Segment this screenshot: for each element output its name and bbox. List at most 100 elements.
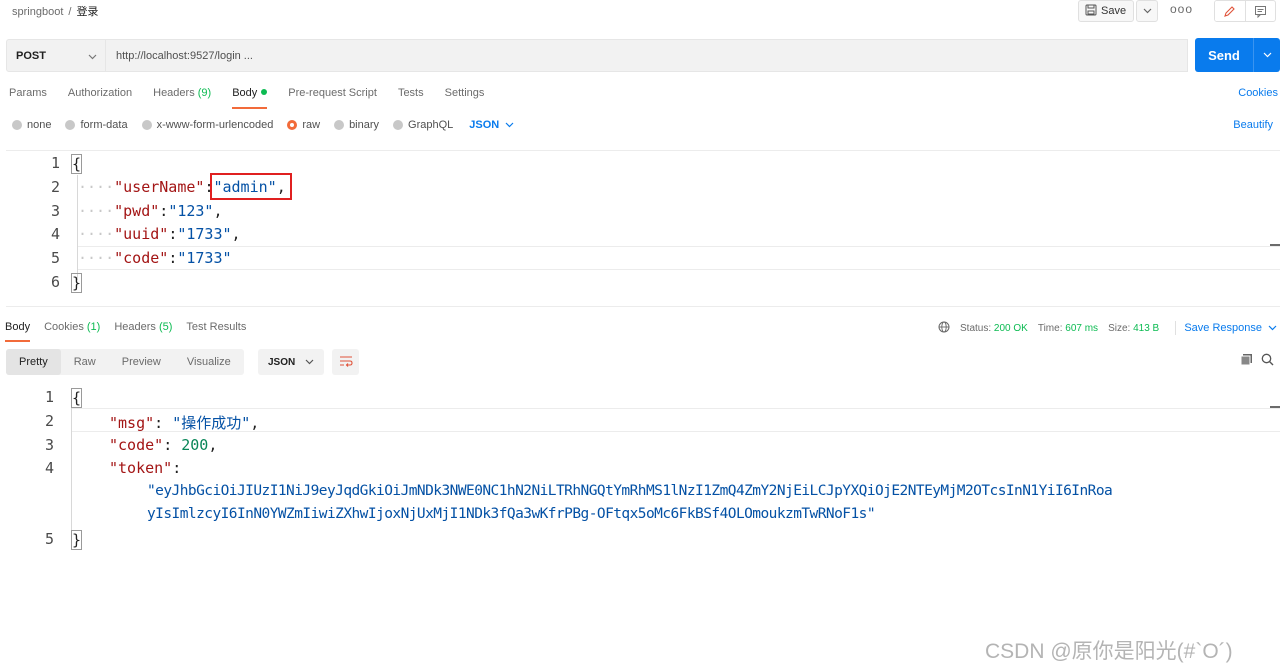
tab-label: Test Results <box>186 321 247 333</box>
indent-guide <box>71 408 72 538</box>
edit-icon[interactable] <box>1215 1 1246 21</box>
send-button[interactable]: Send <box>1195 38 1280 72</box>
code-line: ····"code":"1733" <box>78 249 232 267</box>
cookies-link[interactable]: Cookies <box>1238 87 1278 99</box>
radio-selected-icon <box>287 120 298 130</box>
copy-icon[interactable] <box>1240 353 1253 369</box>
body-type-label: none <box>27 119 52 131</box>
line-number: 3 <box>44 436 54 454</box>
tab-settings[interactable]: Settings <box>445 87 485 99</box>
chevron-down-icon <box>305 357 314 368</box>
close-brace: } <box>71 530 83 550</box>
tab-body[interactable]: Body <box>232 87 268 109</box>
body-type-label: binary <box>349 119 380 131</box>
tab-params[interactable]: Params <box>9 87 47 99</box>
globe-icon[interactable] <box>938 321 950 336</box>
format-tab-preview[interactable]: Preview <box>109 349 174 375</box>
save-icon <box>1085 4 1097 19</box>
response-tab-headers[interactable]: Headers (5) <box>114 321 172 333</box>
response-tab-body[interactable]: Body <box>5 321 31 342</box>
save-button[interactable]: Save <box>1078 0 1134 22</box>
tab-label: Body <box>5 321 31 333</box>
response-tab-cookies[interactable]: Cookies (1) <box>44 321 100 333</box>
response-status: Status: 200 OK Time: 607 ms Size: 413 B <box>938 321 1159 336</box>
chevron-down-icon <box>505 119 514 131</box>
divider <box>1175 321 1177 335</box>
radio-icon <box>141 120 152 130</box>
breadcrumb-separator: / <box>68 6 72 18</box>
search-icon[interactable] <box>1261 353 1274 369</box>
url-input[interactable]: http://localhost:9527/login ... <box>106 39 1188 72</box>
body-type-label: x-www-form-urlencoded <box>156 119 274 131</box>
request-body-editor[interactable]: 1 2 3 4 5 6 { ····"userName":"admin", ··… <box>6 150 1280 307</box>
tab-tests[interactable]: Tests <box>398 87 424 99</box>
open-brace: { <box>71 388 83 408</box>
body-type-urlencoded[interactable]: x-www-form-urlencoded <box>141 119 274 131</box>
modified-dot-icon <box>261 89 268 95</box>
scrollbar-marker <box>1270 244 1280 246</box>
time-field[interactable]: Time: 607 ms <box>1038 323 1098 334</box>
raw-format-select[interactable]: JSON <box>469 119 514 131</box>
line-number: 2 <box>44 412 54 430</box>
line-number: 2 <box>50 178 60 196</box>
close-brace: } <box>71 273 83 293</box>
status-field: Status: 200 OK <box>960 323 1028 334</box>
method-select[interactable]: POST <box>6 39 106 72</box>
body-type-label: GraphQL <box>408 119 454 131</box>
send-label: Send <box>1208 47 1240 63</box>
response-body-viewer[interactable]: 1 2 3 4 5 { "msg": "操作成功", "code": 200, … <box>0 384 1280 554</box>
code-line: ····"pwd":"123", <box>78 202 223 220</box>
tab-label: Tests <box>397 87 424 99</box>
save-response-label: Save Response <box>1184 322 1262 334</box>
line-number: 5 <box>50 249 60 267</box>
beautify-link[interactable]: Beautify <box>1233 119 1273 131</box>
tab-authorization[interactable]: Authorization <box>68 87 132 99</box>
highlight-box <box>210 173 292 200</box>
more-options-button[interactable]: ooo <box>1170 2 1193 16</box>
body-type-binary[interactable]: binary <box>334 119 379 131</box>
format-tab-pretty[interactable]: Pretty <box>6 349 61 375</box>
format-label: JSON <box>268 356 296 368</box>
breadcrumb-request[interactable]: 登录 <box>76 6 98 18</box>
code-line: "msg": "操作成功", <box>109 414 260 432</box>
save-response-button[interactable]: Save Response <box>1175 321 1277 335</box>
current-line-highlight <box>78 246 1280 270</box>
body-type-raw[interactable]: raw <box>287 119 320 131</box>
tab-pre-request-script[interactable]: Pre-request Script <box>288 87 377 99</box>
tab-label: Cookies <box>44 321 84 333</box>
save-dropdown-button[interactable] <box>1136 0 1158 22</box>
line-number: 5 <box>44 530 54 548</box>
radio-icon <box>12 120 22 130</box>
size-field[interactable]: Size: 413 B <box>1108 323 1159 334</box>
line-number: 3 <box>50 202 60 220</box>
response-format-select[interactable]: JSON <box>258 349 324 375</box>
token-value-line: yIsImlzcyI6InN0YWZmIiwiZXhwIjoxNjUxMjI1N… <box>147 506 876 522</box>
tab-label: Body <box>232 87 258 99</box>
chevron-down-icon <box>1268 322 1277 334</box>
wrap-lines-button[interactable] <box>332 349 359 375</box>
code-line: "token": <box>109 459 182 477</box>
body-type-none[interactable]: none <box>12 119 51 131</box>
format-tab-raw[interactable]: Raw <box>61 349 109 375</box>
radio-icon <box>334 120 345 130</box>
format-tab-visualize[interactable]: Visualize <box>174 349 244 375</box>
chevron-down-icon[interactable] <box>1254 52 1280 58</box>
tab-label: Params <box>9 87 47 99</box>
body-type-graphql[interactable]: GraphQL <box>393 119 453 131</box>
chevron-down-icon <box>1143 5 1152 17</box>
request-tabs: Params Authorization Headers (9) Body Pr… <box>9 87 485 109</box>
save-label: Save <box>1101 5 1127 17</box>
wrap-icon <box>339 355 353 370</box>
comments-icon[interactable] <box>1246 1 1276 21</box>
tab-count: (9) <box>194 87 212 99</box>
line-number: 4 <box>50 225 60 243</box>
line-number: 1 <box>44 388 54 406</box>
response-tab-test-results[interactable]: Test Results <box>186 321 246 333</box>
body-type-form-data[interactable]: form-data <box>65 119 128 131</box>
line-number: 1 <box>50 154 60 172</box>
tab-headers[interactable]: Headers (9) <box>153 87 211 99</box>
body-type-selector: none form-data x-www-form-urlencoded raw… <box>12 119 514 131</box>
response-tabs: Body Cookies (1) Headers (5) Test Result… <box>5 321 246 342</box>
right-sidebar-toggle <box>1214 0 1276 22</box>
breadcrumb-collection[interactable]: springboot <box>12 6 63 18</box>
